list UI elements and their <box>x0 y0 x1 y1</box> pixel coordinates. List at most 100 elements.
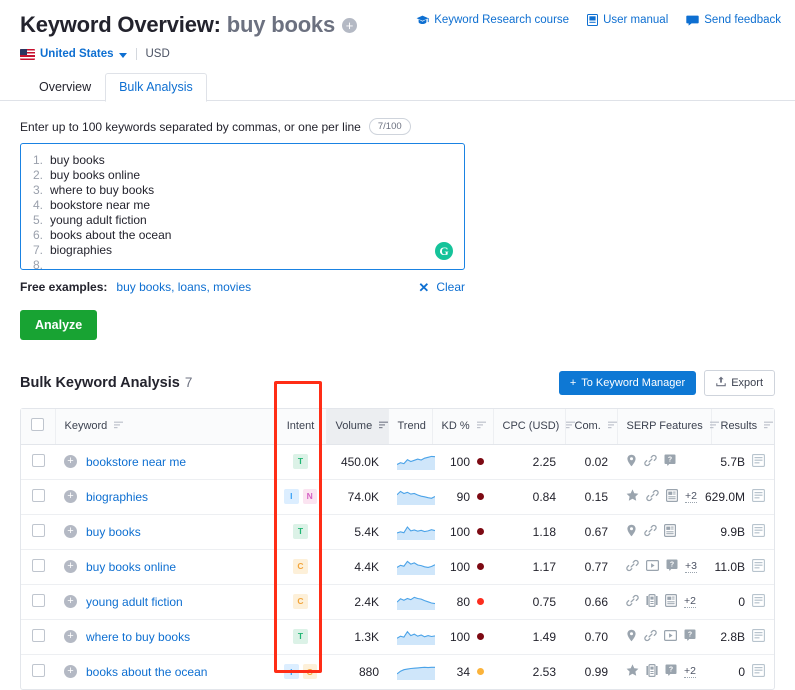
carousel-icon[interactable] <box>646 664 658 680</box>
chevron-down-icon <box>119 53 127 58</box>
carousel-icon[interactable] <box>646 594 658 610</box>
row-checkbox[interactable] <box>32 629 45 642</box>
export-button[interactable]: Export <box>704 370 775 396</box>
serp-preview-icon[interactable] <box>752 489 765 505</box>
keyword-link[interactable]: buy books <box>86 525 141 539</box>
serp-preview-icon[interactable] <box>752 664 765 680</box>
keyword-link[interactable]: books about the ocean <box>86 665 207 679</box>
serp-features-cell: ? <box>617 444 711 479</box>
clear-button[interactable]: ✕ Clear <box>418 280 465 294</box>
table-row[interactable]: + where to buy books T 1.3K 100 1.49 0.7… <box>21 619 774 654</box>
country-selector[interactable]: United States <box>20 48 127 60</box>
table-row[interactable]: + books about the ocean IC 880 34 2.53 0… <box>21 654 774 689</box>
to-keyword-manager-button[interactable]: + To Keyword Manager <box>559 371 696 395</box>
row-checkbox[interactable] <box>32 489 45 502</box>
serp-preview-icon[interactable] <box>752 559 765 575</box>
intent-badge-C[interactable]: C <box>303 664 318 679</box>
intent-badge-T[interactable]: T <box>293 454 308 469</box>
intent-badge-T[interactable]: T <box>293 629 308 644</box>
intent-badge-T[interactable]: T <box>293 524 308 539</box>
keyword-link[interactable]: young adult fiction <box>86 595 183 609</box>
serp-preview-icon[interactable] <box>752 629 765 645</box>
table-row[interactable]: + buy books T 5.4K 100 1.18 0.67 9.9B <box>21 514 774 549</box>
link-icon[interactable] <box>626 559 639 575</box>
send-feedback-link[interactable]: Send feedback <box>686 14 781 26</box>
intent-badge-C[interactable]: C <box>293 594 308 609</box>
map-pin-icon[interactable] <box>626 524 637 540</box>
header-serp-features[interactable]: SERP Features <box>617 409 711 444</box>
analyze-button[interactable]: Analyze <box>20 310 97 340</box>
tab-overview[interactable]: Overview <box>25 73 105 101</box>
row-checkbox[interactable] <box>32 524 45 537</box>
select-all-checkbox[interactable] <box>31 418 44 431</box>
keywords-textarea[interactable]: 1.buy books 2.buy books online 3.where t… <box>20 143 465 270</box>
map-pin-icon[interactable] <box>626 454 637 470</box>
link-icon[interactable] <box>626 594 639 610</box>
reviews-icon[interactable] <box>666 489 678 505</box>
reviews-icon[interactable] <box>664 524 676 540</box>
star-icon[interactable] <box>626 664 639 679</box>
faq-icon[interactable]: ? <box>684 629 696 644</box>
intent-badge-C[interactable]: C <box>293 559 308 574</box>
serp-preview-icon[interactable] <box>752 524 765 540</box>
table-row[interactable]: + bookstore near me T 450.0K 100 2.25 0.… <box>21 444 774 479</box>
keyword-link[interactable]: where to buy books <box>86 630 190 644</box>
faq-icon[interactable]: ? <box>666 559 678 574</box>
row-checkbox[interactable] <box>32 594 45 607</box>
header-kd[interactable]: KD % <box>432 409 493 444</box>
video-icon[interactable] <box>646 560 659 574</box>
serp-more-badge[interactable]: +2 <box>685 490 697 503</box>
line-number: 7. <box>33 243 50 258</box>
table-row[interactable]: + biographies IN 74.0K 90 0.84 0.15 +2 6… <box>21 479 774 514</box>
header-cpc[interactable]: CPC (USD) <box>493 409 565 444</box>
video-icon[interactable] <box>664 630 677 644</box>
grammarly-icon[interactable]: G <box>435 242 453 260</box>
bulk-keyword-table: Keyword Intent Volume Trend KD % <box>21 409 774 689</box>
faq-icon[interactable]: ? <box>665 664 677 679</box>
faq-icon[interactable]: ? <box>664 454 676 469</box>
star-icon[interactable] <box>626 489 639 504</box>
add-keyword-icon[interactable]: + <box>64 665 77 678</box>
add-keyword-icon[interactable]: + <box>64 560 77 573</box>
add-keyword-icon[interactable]: + <box>64 595 77 608</box>
results-cell: 11.0B <box>711 549 774 584</box>
kd-dot <box>477 493 484 500</box>
row-checkbox[interactable] <box>32 559 45 572</box>
add-keyword-icon[interactable]: + <box>64 525 77 538</box>
header-keyword[interactable]: Keyword <box>55 409 275 444</box>
line-text: buy books online <box>50 168 140 183</box>
plus-circle-icon[interactable]: + <box>342 18 357 33</box>
intent-badge-I[interactable]: I <box>284 664 299 679</box>
add-keyword-icon[interactable]: + <box>64 455 77 468</box>
examples-links[interactable]: buy books, loans, movies <box>116 280 251 294</box>
keyword-link[interactable]: biographies <box>86 490 148 504</box>
link-icon[interactable] <box>646 489 659 505</box>
keyword-link[interactable]: buy books online <box>86 560 176 574</box>
link-icon[interactable] <box>644 454 657 470</box>
tab-bulk-analysis[interactable]: Bulk Analysis <box>105 73 207 102</box>
row-checkbox[interactable] <box>32 664 45 677</box>
map-pin-icon[interactable] <box>626 629 637 645</box>
keyword-link[interactable]: bookstore near me <box>86 455 186 469</box>
serp-preview-icon[interactable] <box>752 594 765 610</box>
table-row[interactable]: + buy books online C 4.4K 100 1.17 0.77 … <box>21 549 774 584</box>
add-keyword-icon[interactable]: + <box>64 490 77 503</box>
intent-badge-N[interactable]: N <box>303 489 318 504</box>
link-icon[interactable] <box>644 524 657 540</box>
add-keyword-icon[interactable]: + <box>64 630 77 643</box>
intent-cell: IN <box>275 479 326 514</box>
intent-badge-I[interactable]: I <box>284 489 299 504</box>
serp-preview-icon[interactable] <box>752 454 765 470</box>
serp-more-badge[interactable]: +2 <box>684 665 696 678</box>
serp-more-badge[interactable]: +2 <box>684 595 696 608</box>
svg-text:?: ? <box>668 457 672 464</box>
keyword-research-course-link[interactable]: Keyword Research course <box>416 14 569 26</box>
table-row[interactable]: + young adult fiction C 2.4K 80 0.75 0.6… <box>21 584 774 619</box>
reviews-icon[interactable] <box>665 594 677 610</box>
serp-more-badge[interactable]: +3 <box>685 560 697 573</box>
header-volume[interactable]: Volume <box>326 409 388 444</box>
header-results[interactable]: Results <box>711 409 774 444</box>
link-icon[interactable] <box>644 629 657 645</box>
user-manual-link[interactable]: User manual <box>587 14 668 26</box>
row-checkbox[interactable] <box>32 454 45 467</box>
